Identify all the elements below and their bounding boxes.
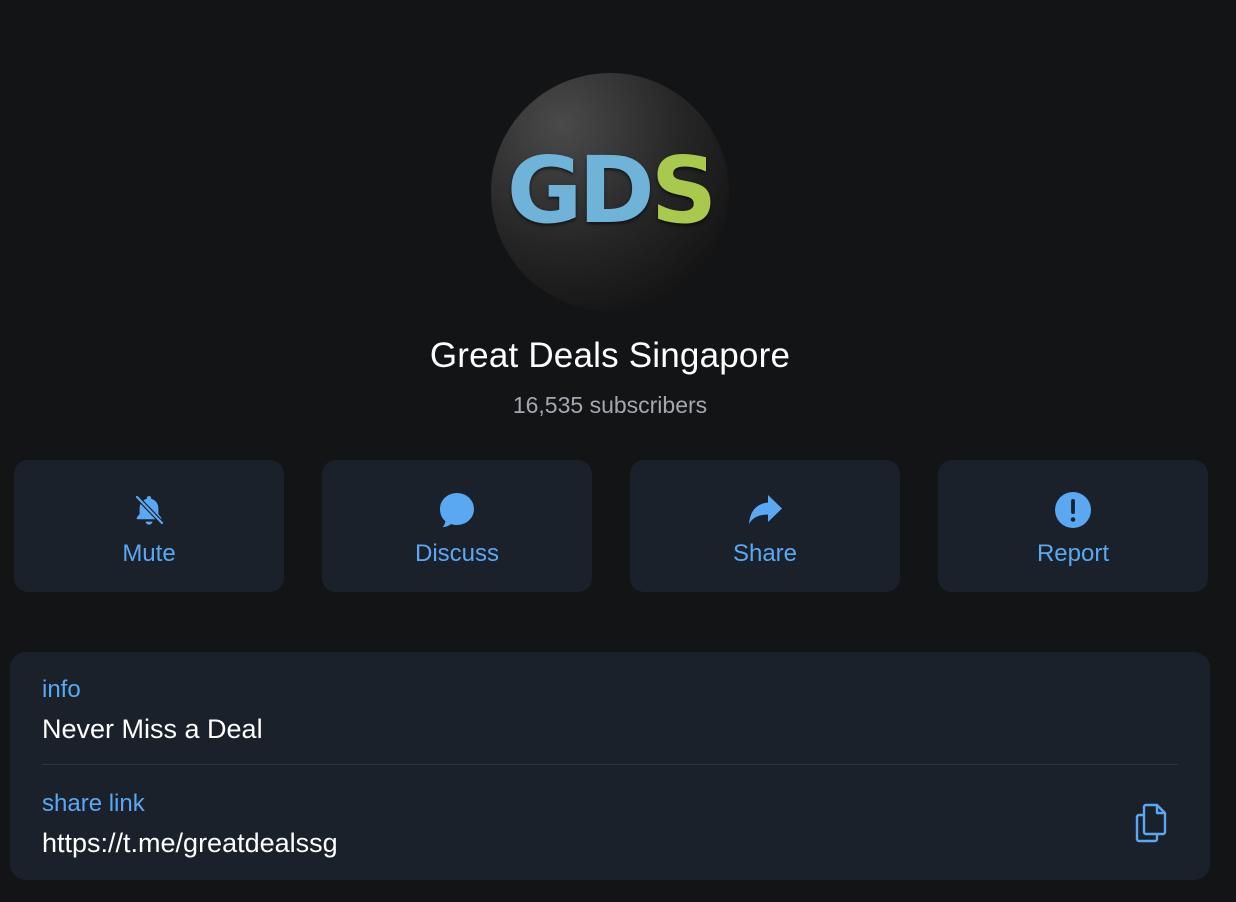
share-button[interactable]: Share <box>630 460 900 592</box>
info-card: info Never Miss a Deal share link https:… <box>10 652 1210 880</box>
info-label: info <box>42 676 81 703</box>
divider <box>42 764 1178 765</box>
copy-icon <box>1134 802 1174 844</box>
chat-bubble-icon <box>437 490 477 530</box>
share-link-label: share link <box>42 790 145 817</box>
info-description[interactable]: Never Miss a Deal <box>42 714 263 745</box>
report-label: Report <box>1036 540 1110 567</box>
share-label: Share <box>732 540 798 567</box>
action-bar: Mute Discuss Share Report <box>14 460 1208 592</box>
channel-title: Great Deals Singapore <box>429 336 791 375</box>
subscriber-count: 16,535 subscribers <box>512 392 708 418</box>
share-arrow-icon <box>745 490 785 530</box>
gds-logo: GDS <box>506 137 717 244</box>
exclamation-icon <box>1053 490 1093 530</box>
copy-link-button[interactable] <box>1134 802 1174 844</box>
muted-bell-icon <box>129 490 169 530</box>
discuss-label: Discuss <box>414 540 499 567</box>
mute-button[interactable]: Mute <box>14 460 284 592</box>
channel-profile: GDS Great Deals Singapore 16,535 subscri… <box>0 0 1236 902</box>
share-link-url[interactable]: https://t.me/greatdealssg <box>42 828 338 859</box>
report-button[interactable]: Report <box>938 460 1208 592</box>
discuss-button[interactable]: Discuss <box>322 460 592 592</box>
mute-label: Mute <box>122 540 176 567</box>
channel-avatar[interactable]: GDS <box>491 73 729 311</box>
